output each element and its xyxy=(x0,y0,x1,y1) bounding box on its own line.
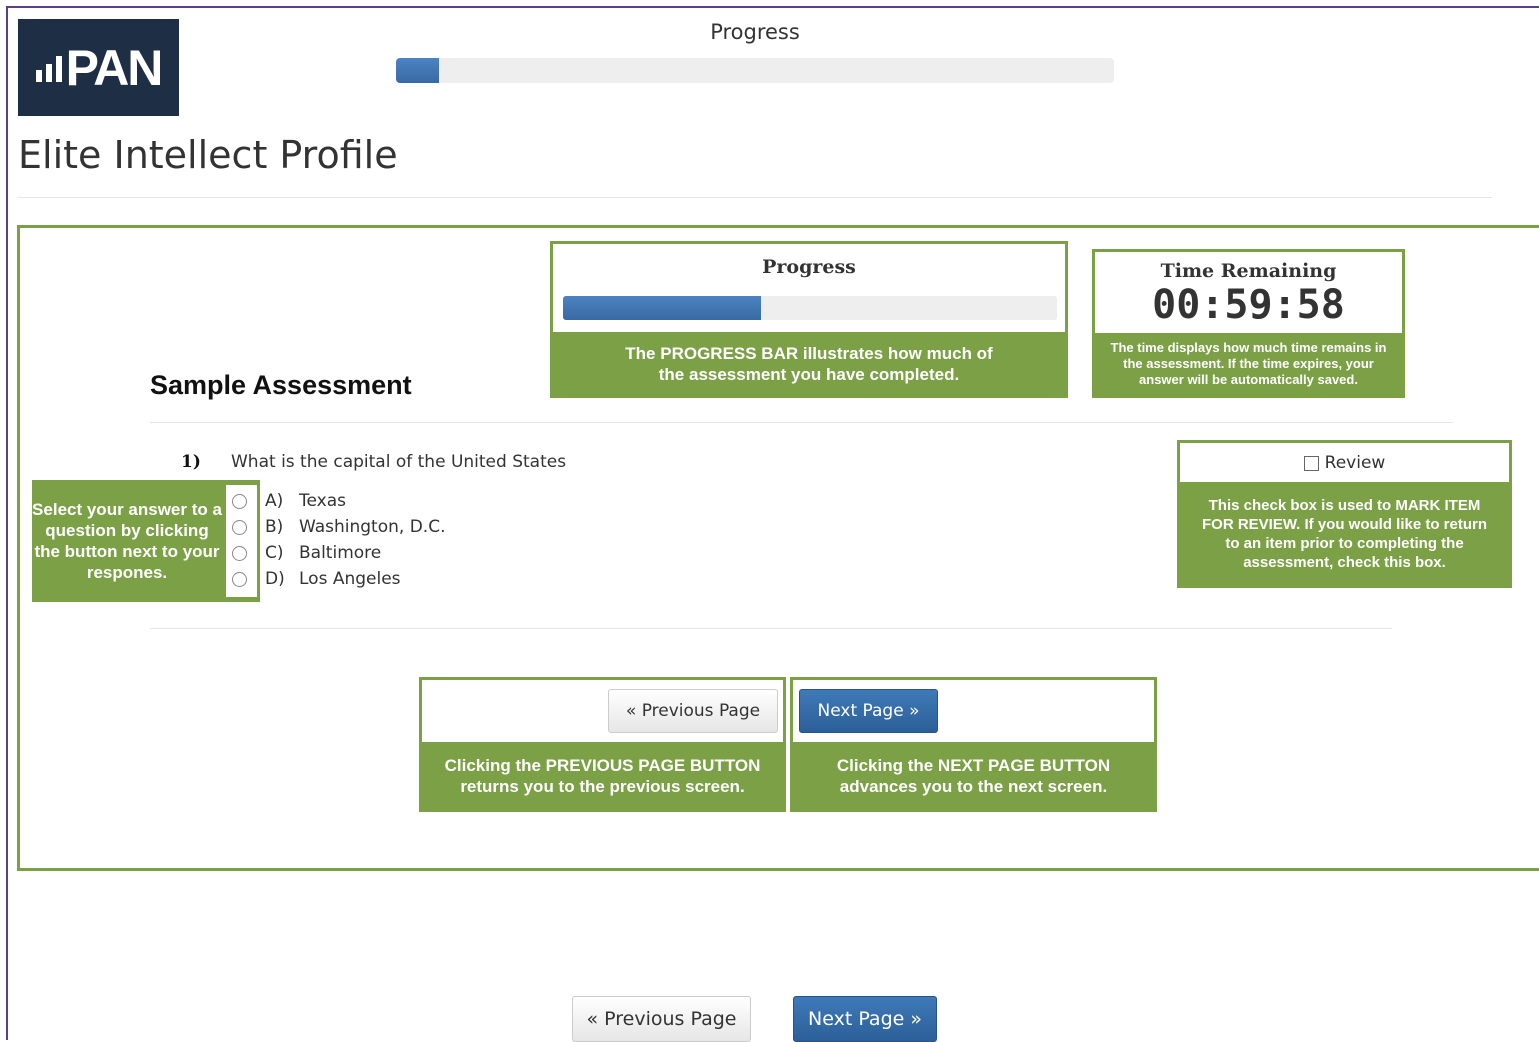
review-description: This check box is used to MARK ITEM FOR … xyxy=(1180,482,1509,585)
logo-text: PAN xyxy=(65,39,164,96)
ipan-logo: PAN xyxy=(18,19,179,116)
radio-button[interactable] xyxy=(232,545,247,561)
sample-assessment-title: Sample Assessment xyxy=(150,370,412,400)
option-label: Texas xyxy=(299,491,346,511)
progress-bar xyxy=(396,58,1114,83)
option-b[interactable]: B) Washington, D.C. xyxy=(232,517,445,537)
divider-bottom xyxy=(150,628,1392,629)
review-label: Review xyxy=(1324,453,1386,473)
progress-callout: Progress The PROGRESS BAR illustrates ho… xyxy=(550,241,1068,398)
divider-top xyxy=(150,422,1453,423)
previous-page-button[interactable]: « Previous Page xyxy=(572,996,751,1042)
option-label: Washington, D.C. xyxy=(299,517,446,537)
next-page-button[interactable]: Next Page » xyxy=(793,996,937,1042)
option-label: Baltimore xyxy=(299,543,382,563)
window-frame-top xyxy=(6,6,1539,8)
option-letter: D) xyxy=(265,569,285,589)
title-divider xyxy=(18,197,1492,198)
time-remaining-value: 00:59:58 xyxy=(1152,282,1345,328)
callout-previous-page-button[interactable]: « Previous Page xyxy=(608,689,778,733)
time-remaining-title: Time Remaining xyxy=(1160,260,1337,282)
answer-callout-text: Select your answer to a question by clic… xyxy=(32,500,222,582)
logo-bars-icon xyxy=(35,48,62,88)
prev-callout: « Previous Page Clicking the PREVIOUS PA… xyxy=(419,677,786,812)
progress-label: Progress xyxy=(710,20,800,44)
next-callout-description: Clicking the NEXT PAGE BUTTON advances y… xyxy=(793,742,1154,809)
radio-button[interactable] xyxy=(232,571,247,587)
callout-progress-bar xyxy=(563,296,1057,320)
page-title: Elite Intellect Profile xyxy=(18,133,398,177)
window-frame-left xyxy=(6,6,8,1040)
radio-button[interactable] xyxy=(232,519,247,535)
review-checkbox[interactable] xyxy=(1303,455,1319,471)
time-callout: Time Remaining 00:59:58 The time display… xyxy=(1092,249,1405,398)
radio-button[interactable] xyxy=(232,493,247,509)
time-remaining-description: The time displays how much time remains … xyxy=(1095,333,1402,395)
next-callout: Next Page » Clicking the NEXT PAGE BUTTO… xyxy=(790,677,1157,812)
callout-next-page-button[interactable]: Next Page » xyxy=(799,689,938,733)
review-checkbox-row[interactable]: Review xyxy=(1180,453,1509,473)
question-text: What is the capital of the United States xyxy=(231,452,567,472)
callout-progress-title: Progress xyxy=(762,256,856,278)
option-d[interactable]: D) Los Angeles xyxy=(232,569,401,589)
review-callout: Review This check box is used to MARK IT… xyxy=(1177,440,1512,588)
option-letter: A) xyxy=(265,491,284,511)
option-a[interactable]: A) Texas xyxy=(232,491,346,511)
question-number: 1) xyxy=(181,452,201,472)
prev-callout-description: Clicking the PREVIOUS PAGE BUTTON return… xyxy=(422,742,783,809)
option-label: Los Angeles xyxy=(299,569,401,589)
callout-progress-description: The PROGRESS BAR illustrates how much of… xyxy=(553,332,1065,395)
progress-bar-fill xyxy=(396,58,440,83)
answer-callout: Select your answer to a question by clic… xyxy=(32,480,260,602)
option-letter: C) xyxy=(265,543,284,563)
option-c[interactable]: C) Baltimore xyxy=(232,543,381,563)
callout-progress-fill xyxy=(563,296,761,320)
option-letter: B) xyxy=(265,517,284,537)
